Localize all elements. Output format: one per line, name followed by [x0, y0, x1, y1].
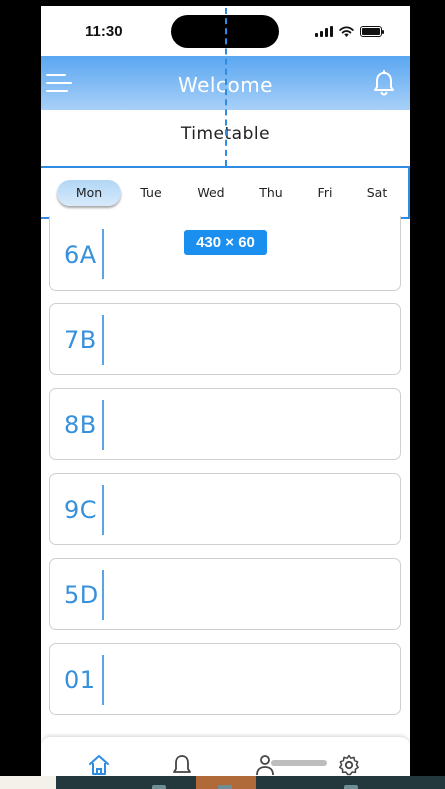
- bottom-nav: [41, 736, 410, 776]
- class-divider: [102, 485, 104, 535]
- home-icon[interactable]: [87, 753, 111, 776]
- signal-icon: [315, 26, 333, 37]
- status-time: 11:30: [85, 23, 123, 40]
- tab-thu[interactable]: Thu: [241, 185, 301, 200]
- class-code: 01: [64, 666, 96, 694]
- gear-icon[interactable]: [337, 753, 361, 776]
- tab-wed[interactable]: Wed: [181, 185, 241, 200]
- notifications-icon[interactable]: [170, 753, 194, 776]
- class-card[interactable]: 8B: [49, 388, 401, 460]
- class-divider: [102, 229, 104, 279]
- class-divider: [102, 400, 104, 450]
- tab-fri[interactable]: Fri: [301, 185, 349, 200]
- class-code: 6A: [64, 241, 97, 269]
- class-card[interactable]: 5D: [49, 558, 401, 630]
- class-code: 7B: [64, 326, 97, 354]
- taskbar-dot: [344, 785, 358, 789]
- taskbar: [0, 776, 445, 789]
- battery-icon: [360, 26, 384, 37]
- status-icons: [315, 26, 384, 37]
- taskbar-thumbnail[interactable]: [0, 776, 56, 789]
- class-card[interactable]: 7B: [49, 303, 401, 375]
- class-code: 9C: [64, 496, 98, 524]
- class-divider: [102, 315, 104, 365]
- class-code: 5D: [64, 581, 99, 609]
- guide-line: [225, 8, 227, 166]
- taskbar-dot: [218, 785, 232, 789]
- bell-icon[interactable]: [372, 70, 396, 96]
- class-code: 8B: [64, 411, 97, 439]
- tab-sat[interactable]: Sat: [349, 185, 405, 200]
- tab-tue[interactable]: Tue: [121, 185, 181, 200]
- class-card[interactable]: 9C: [49, 473, 401, 545]
- taskbar-dot: [152, 785, 166, 789]
- wifi-icon: [339, 26, 354, 37]
- class-card[interactable]: 01: [49, 643, 401, 715]
- home-indicator: [271, 760, 327, 766]
- class-divider: [102, 655, 104, 705]
- class-divider: [102, 570, 104, 620]
- day-tabs: Mon Tue Wed Thu Fri Sat: [41, 166, 410, 219]
- tab-mon[interactable]: Mon: [57, 179, 121, 206]
- dimension-label: 430 × 60: [184, 230, 267, 255]
